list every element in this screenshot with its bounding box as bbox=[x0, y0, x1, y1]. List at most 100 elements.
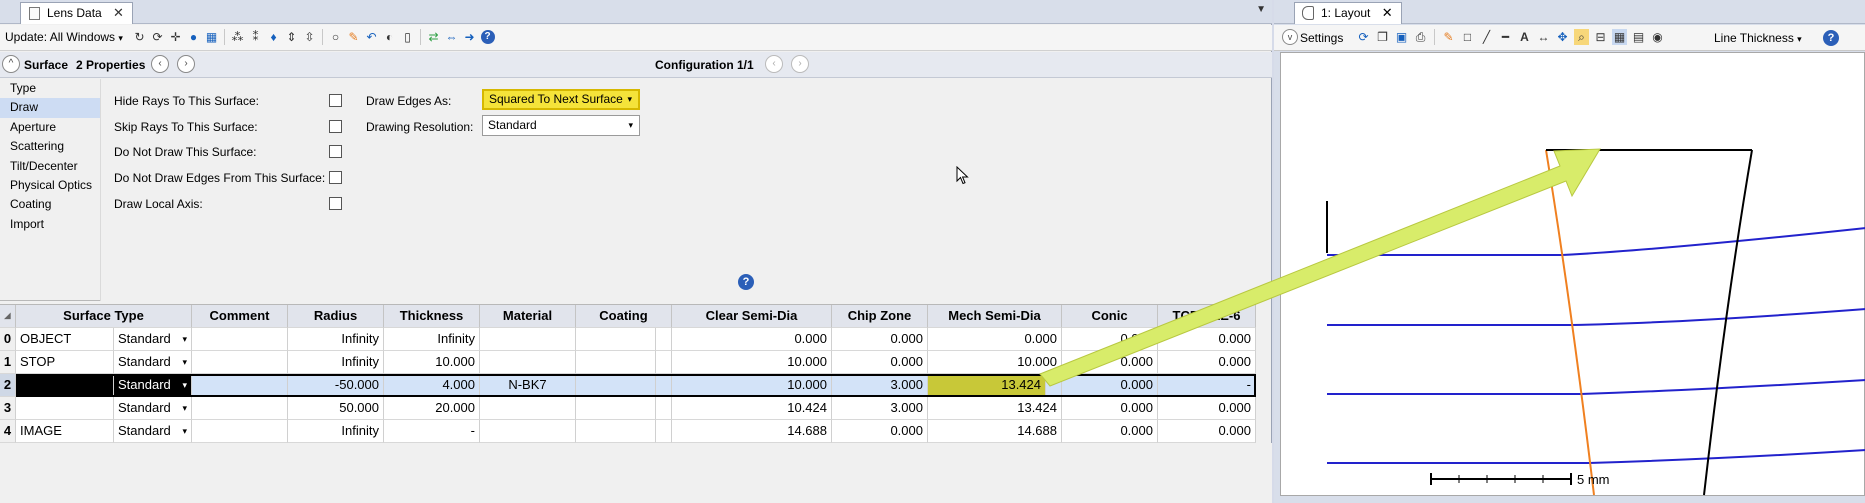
reload-icon[interactable]: ↻ bbox=[132, 29, 147, 45]
chip-zone-cell[interactable]: 3.000 bbox=[832, 397, 928, 420]
chip-zone-cell[interactable]: 3.000 bbox=[832, 374, 928, 397]
collapse-icon[interactable]: ^ bbox=[2, 55, 20, 73]
conic-cell[interactable]: 0.000 bbox=[1062, 420, 1158, 443]
col-surface-type[interactable]: Surface Type bbox=[16, 305, 192, 328]
chip-zone-cell[interactable]: 0.000 bbox=[832, 420, 928, 443]
surface-type-cell[interactable]: Standard ▾ bbox=[114, 397, 192, 420]
row-number[interactable]: 2 bbox=[0, 374, 16, 397]
radius-cell[interactable]: Infinity bbox=[288, 328, 384, 351]
pencil-icon[interactable]: ✎ bbox=[1441, 29, 1456, 45]
nav-item-type[interactable]: Type bbox=[0, 79, 100, 98]
coating-cell[interactable] bbox=[576, 397, 656, 420]
refresh-all-icon[interactable]: ⟳ bbox=[150, 29, 165, 45]
draw-edges-as-dropdown[interactable]: Squared To Next Surface ▾ bbox=[482, 89, 640, 110]
chart-icon[interactable]: ▦ bbox=[204, 29, 219, 45]
nav-item-draw[interactable]: Draw bbox=[0, 98, 100, 118]
material-cell[interactable] bbox=[480, 420, 576, 443]
mech-semi-dia-cell[interactable]: 10.000 bbox=[928, 351, 1062, 374]
surface-name[interactable]: OBJECT bbox=[16, 328, 114, 351]
text-icon[interactable]: A bbox=[1517, 29, 1532, 45]
pencil-icon[interactable]: ✎ bbox=[346, 29, 361, 45]
coating-solve-cell[interactable] bbox=[656, 397, 672, 420]
radius-cell[interactable]: Infinity bbox=[288, 351, 384, 374]
no-draw-surface-checkbox[interactable] bbox=[329, 145, 342, 158]
page-icon[interactable]: ▯ bbox=[400, 29, 415, 45]
conic-cell[interactable]: 0.000 bbox=[1062, 397, 1158, 420]
coating-cell[interactable] bbox=[576, 420, 656, 443]
surface-name[interactable] bbox=[16, 374, 114, 397]
nav-item-aperture[interactable]: Aperture bbox=[0, 118, 100, 137]
layout-tab[interactable]: 1: Layout ✕ bbox=[1294, 2, 1402, 24]
thickness-cell[interactable]: - bbox=[384, 420, 480, 443]
previous-surface-icon[interactable]: ‹ bbox=[151, 55, 169, 73]
nav-item-coating[interactable]: Coating bbox=[0, 195, 100, 214]
nav-item-tilt-decenter[interactable]: Tilt/Decenter bbox=[0, 157, 100, 176]
next-surface-icon[interactable]: › bbox=[177, 55, 195, 73]
no-draw-edges-checkbox[interactable] bbox=[329, 171, 342, 184]
material-cell[interactable]: N-BK7 bbox=[480, 374, 576, 397]
nav-item-physical-optics[interactable]: Physical Optics bbox=[0, 176, 100, 195]
help-icon[interactable]: ? bbox=[480, 29, 495, 45]
lock-icon[interactable]: ⊟ bbox=[1593, 29, 1608, 45]
coating-solve-cell[interactable] bbox=[656, 374, 672, 397]
help-icon[interactable]: ? bbox=[1823, 30, 1839, 46]
dimension-icon[interactable]: ↔ bbox=[1536, 29, 1551, 45]
comment-cell[interactable] bbox=[192, 397, 288, 420]
mech-semi-dia-cell[interactable]: 13.424 bbox=[928, 397, 1062, 420]
lens-data-tab[interactable]: Lens Data ✕ bbox=[20, 2, 133, 24]
coating-cell[interactable] bbox=[576, 328, 656, 351]
clear-semi-dia-cell[interactable]: 14.688 bbox=[672, 420, 832, 443]
select-all-corner[interactable]: ◢ bbox=[0, 305, 16, 328]
close-icon[interactable]: ✕ bbox=[113, 5, 124, 20]
surface-name[interactable]: IMAGE bbox=[16, 420, 114, 443]
row-number[interactable]: 0 bbox=[0, 328, 16, 351]
table-row[interactable]: 3 Standard ▾ 50.000 20.000 10.424 3.000 1… bbox=[0, 397, 1256, 420]
thickness-cell[interactable]: 4.000 bbox=[384, 374, 480, 397]
next-config-icon[interactable]: › bbox=[791, 55, 809, 73]
col-clear-semi-dia[interactable]: Clear Semi-Dia bbox=[672, 305, 832, 328]
row-number[interactable]: 1 bbox=[0, 351, 16, 374]
settings-button[interactable]: Settings bbox=[1300, 31, 1343, 45]
line-thickness-dropdown[interactable]: Line Thickness ▾ bbox=[1714, 31, 1802, 45]
material-cell[interactable] bbox=[480, 328, 576, 351]
comment-cell[interactable] bbox=[192, 351, 288, 374]
clear-semi-dia-cell[interactable]: 10.000 bbox=[672, 351, 832, 374]
expand-settings-icon[interactable]: v bbox=[1282, 29, 1298, 45]
reverse-icon[interactable]: ⇳ bbox=[302, 29, 317, 45]
rotate-icon[interactable]: ◉ bbox=[1650, 29, 1665, 45]
thickness-cell[interactable]: 20.000 bbox=[384, 397, 480, 420]
rectangle-icon[interactable]: □ bbox=[1460, 29, 1475, 45]
tce-cell[interactable]: 0.000 bbox=[1158, 397, 1256, 420]
draw-local-axis-checkbox[interactable] bbox=[329, 197, 342, 210]
drawing-resolution-dropdown[interactable]: Standard ▾ bbox=[482, 115, 640, 136]
clear-semi-dia-cell[interactable]: 10.000 bbox=[672, 374, 832, 397]
mech-semi-dia-cell[interactable]: 13.424 bbox=[928, 374, 1046, 397]
skip-rays-checkbox[interactable] bbox=[329, 120, 342, 133]
flip-icon[interactable]: ⇕ bbox=[284, 29, 299, 45]
save-icon[interactable]: ▣ bbox=[1394, 29, 1409, 45]
coating-solve-cell[interactable] bbox=[656, 420, 672, 443]
mech-semi-dia-cell[interactable]: 14.688 bbox=[928, 420, 1062, 443]
col-chip-zone[interactable]: Chip Zone bbox=[832, 305, 928, 328]
radius-cell[interactable]: 50.000 bbox=[288, 397, 384, 420]
print-icon[interactable]: ⎙ bbox=[1413, 29, 1428, 45]
surface-type-cell[interactable]: Standard ▾ bbox=[114, 351, 192, 374]
clear-semi-dia-cell[interactable]: 10.424 bbox=[672, 397, 832, 420]
tce-cell[interactable]: 0.000 bbox=[1158, 420, 1256, 443]
chip-zone-cell[interactable]: 0.000 bbox=[832, 351, 928, 374]
arrows-icon[interactable]: ⇔ bbox=[444, 29, 459, 45]
tce-cell[interactable]: 0.000 bbox=[1158, 351, 1256, 374]
comment-cell[interactable] bbox=[192, 420, 288, 443]
col-conic[interactable]: Conic bbox=[1062, 305, 1158, 328]
tce-cell[interactable]: - bbox=[1158, 374, 1256, 397]
coating-cell[interactable] bbox=[576, 374, 656, 397]
radius-cell[interactable]: Infinity bbox=[288, 420, 384, 443]
row-number[interactable]: 3 bbox=[0, 397, 16, 420]
coating-solve-cell[interactable] bbox=[656, 328, 672, 351]
col-radius[interactable]: Radius bbox=[288, 305, 384, 328]
surface-type-cell[interactable]: Standard ▾ bbox=[114, 374, 192, 397]
table-row[interactable]: 4 IMAGE Standard ▾ Infinity - 14.688 0.00… bbox=[0, 420, 1256, 443]
conic-cell[interactable]: 0.000 bbox=[1062, 328, 1158, 351]
move-icon[interactable]: ✥ bbox=[1555, 29, 1570, 45]
pane-menu-icon[interactable]: ▼ bbox=[1256, 4, 1266, 15]
